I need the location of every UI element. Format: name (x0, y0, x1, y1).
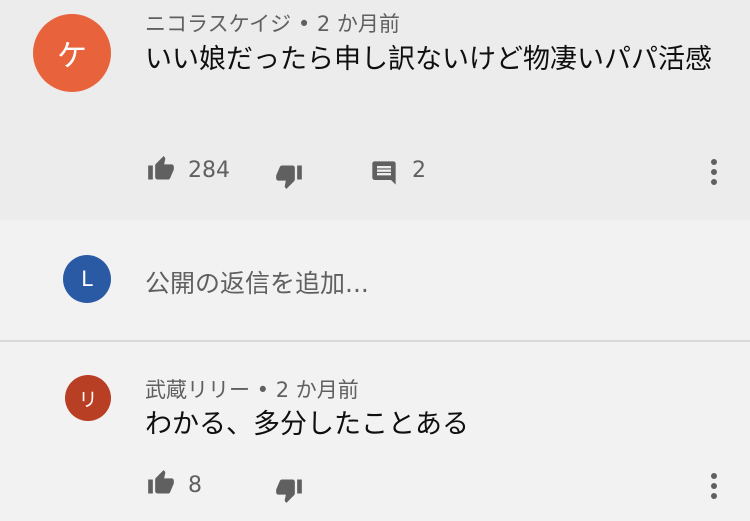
more-vert-icon[interactable] (708, 158, 720, 186)
comment-item: リ 武蔵リリー • 2 か月前 わかる、多分したことある 8 (0, 342, 750, 521)
comment-item: ケ ニコラスケイジ • 2 か月前 いい娘だったら申し訳ないけど物凄いパパ活感 … (0, 0, 750, 220)
reply-input[interactable]: 公開の返信を追加... (145, 264, 369, 300)
avatar[interactable]: ケ (33, 14, 111, 92)
reply-count: 2 (412, 158, 426, 183)
avatar[interactable]: リ (65, 375, 111, 421)
thumb-up-icon[interactable] (145, 469, 177, 497)
like-count: 8 (188, 473, 202, 498)
user-avatar: L (63, 255, 111, 303)
comment-text: いい娘だったら申し訳ないけど物凄いパパ活感 (145, 44, 712, 75)
comment-text: わかる、多分したことある (145, 409, 469, 440)
comment-meta: ニコラスケイジ • 2 か月前 (145, 12, 400, 36)
like-count: 284 (188, 158, 230, 183)
comment-icon[interactable] (370, 159, 398, 187)
thumb-down-icon[interactable] (273, 162, 305, 190)
thumb-down-icon[interactable] (273, 476, 305, 504)
thumb-up-icon[interactable] (145, 155, 177, 183)
reply-composer: L 公開の返信を追加... (0, 220, 750, 340)
more-vert-icon[interactable] (708, 472, 720, 500)
